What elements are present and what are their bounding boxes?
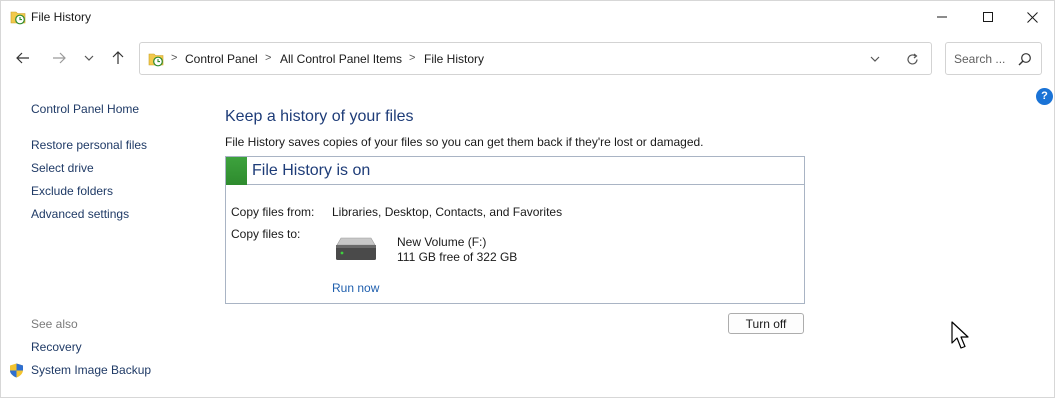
minimize-icon <box>937 16 947 18</box>
up-button[interactable] <box>107 47 129 69</box>
recent-locations-button[interactable] <box>78 47 100 69</box>
arrow-right-icon <box>53 52 66 64</box>
see-also-heading: See also <box>31 317 78 331</box>
window-title: File History <box>31 10 92 24</box>
chevron-down-icon <box>84 55 94 61</box>
file-history-location-icon <box>148 53 164 67</box>
page-description: File History saves copies of your files … <box>225 135 704 149</box>
arrow-left-icon <box>16 52 29 64</box>
close-icon <box>1026 11 1038 23</box>
title-bar: File History <box>1 1 1054 33</box>
mouse-cursor-icon <box>951 321 969 349</box>
search-box[interactable] <box>945 42 1042 75</box>
drive-name: New Volume (F:) <box>397 235 487 249</box>
sidebar-item-control-panel-home[interactable]: Control Panel Home <box>31 102 139 116</box>
back-button[interactable] <box>12 47 34 69</box>
copy-from-value: Libraries, Desktop, Contacts, and Favori… <box>332 205 563 219</box>
file-history-app-icon <box>10 11 26 25</box>
refresh-button[interactable] <box>904 51 920 67</box>
address-dropdown-button[interactable] <box>867 51 883 67</box>
search-input[interactable] <box>954 51 1016 67</box>
sidebar-item-select-drive[interactable]: Select drive <box>31 161 94 175</box>
sidebar-item-exclude-folders[interactable]: Exclude folders <box>31 184 113 198</box>
maximize-button[interactable] <box>965 1 1011 33</box>
see-also-system-image-backup-link[interactable]: System Image Backup <box>31 363 151 377</box>
see-also-recovery-link[interactable]: Recovery <box>31 340 82 354</box>
status-panel: File History is on Copy files from: Libr… <box>225 156 805 304</box>
sidebar-item-advanced-settings[interactable]: Advanced settings <box>31 207 129 221</box>
help-icon[interactable]: ? <box>1036 88 1053 105</box>
breadcrumb-separator[interactable]: > <box>265 52 271 64</box>
hard-drive-icon <box>336 237 376 260</box>
breadcrumb-all-items[interactable]: All Control Panel Items <box>280 52 402 66</box>
search-icon[interactable] <box>1018 52 1032 66</box>
status-header: File History is on <box>226 157 804 185</box>
file-history-window: File History > Control Panel > All Contr… <box>0 0 1055 398</box>
forward-button[interactable] <box>48 47 70 69</box>
uac-shield-icon <box>10 363 23 378</box>
copy-from-label: Copy files from: <box>231 205 315 219</box>
status-text: File History is on <box>252 162 371 179</box>
status-indicator <box>226 157 247 185</box>
chevron-down-icon <box>870 56 880 62</box>
copy-to-label: Copy files to: <box>231 227 301 241</box>
minimize-button[interactable] <box>919 1 965 33</box>
breadcrumb-control-panel[interactable]: Control Panel <box>185 52 258 66</box>
breadcrumb-file-history[interactable]: File History <box>424 52 484 66</box>
breadcrumb-separator[interactable]: > <box>409 52 415 64</box>
breadcrumb-separator[interactable]: > <box>171 52 177 64</box>
maximize-icon <box>983 12 993 22</box>
drive-free-space: 111 GB free of 322 GB <box>397 250 518 264</box>
turn-off-button[interactable]: Turn off <box>728 313 804 334</box>
page-heading: Keep a history of your files <box>225 108 414 125</box>
refresh-icon <box>906 53 918 65</box>
close-button[interactable] <box>1009 1 1055 33</box>
run-now-link[interactable]: Run now <box>332 281 379 295</box>
arrow-up-icon <box>112 51 124 64</box>
sidebar-item-restore-personal-files[interactable]: Restore personal files <box>31 138 147 152</box>
address-bar[interactable]: > Control Panel > All Control Panel Item… <box>139 42 932 75</box>
